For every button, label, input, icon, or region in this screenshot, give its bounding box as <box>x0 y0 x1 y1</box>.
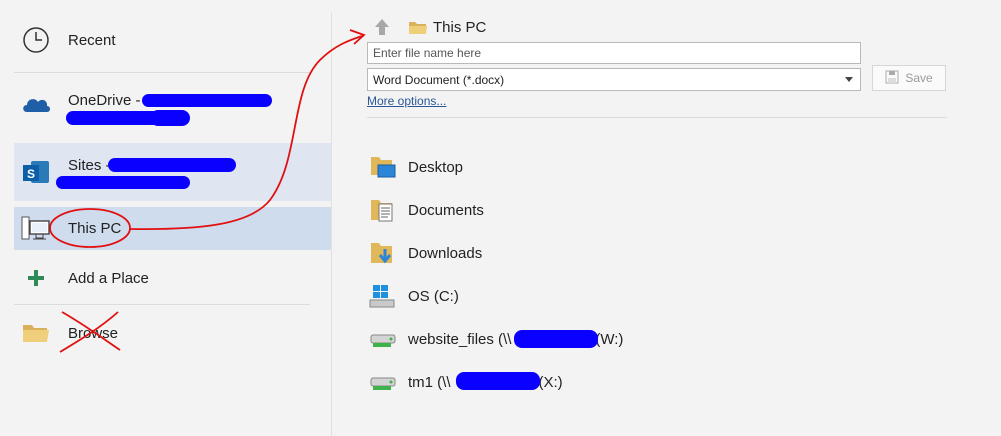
location-label: Documents <box>408 201 484 219</box>
location-label-prefix: tm1 (\\ <box>408 373 451 391</box>
breadcrumb[interactable]: This PC <box>433 19 486 36</box>
location-label: Desktop <box>408 158 464 176</box>
redaction <box>456 372 540 390</box>
redaction <box>56 176 190 189</box>
place-browse-label: Browse <box>68 324 119 342</box>
location-os-drive[interactable]: OS (C:) <box>368 279 768 313</box>
place-add-a-place[interactable]: Add a Place <box>14 260 331 296</box>
save-button[interactable]: Save <box>872 65 946 91</box>
place-browse[interactable]: Browse <box>14 315 331 351</box>
place-this-pc-label: This PC <box>68 220 122 237</box>
location-label-suffix: (X:) <box>538 373 563 391</box>
plus-icon <box>20 262 52 294</box>
location-tm1[interactable]: tm1 (\\ (X:) <box>368 365 768 399</box>
svg-text:S: S <box>27 167 35 181</box>
place-onedrive-label: OneDrive - <box>68 92 141 109</box>
sharepoint-icon: S <box>20 156 52 188</box>
chevron-down-icon <box>845 77 853 82</box>
up-arrow-icon[interactable] <box>373 17 391 37</box>
location-label: OS (C:) <box>408 287 459 305</box>
more-options-link[interactable]: More options... <box>367 94 446 108</box>
place-recent-label: Recent <box>68 31 116 49</box>
file-name-input[interactable] <box>367 42 861 64</box>
cloud-icon <box>20 88 52 120</box>
folder-icon <box>408 20 428 36</box>
place-sites-label: Sites - <box>68 157 111 174</box>
network-drive-icon <box>368 324 398 354</box>
places-pane: Recent OneDrive - S Sites - This PC Add … <box>0 0 331 436</box>
divider <box>14 72 310 73</box>
place-this-pc[interactable]: This PC <box>14 207 331 250</box>
save-icon <box>885 70 899 87</box>
file-type-value: Word Document (*.docx) <box>373 73 505 87</box>
redaction <box>108 158 236 172</box>
location-documents[interactable]: Documents <box>368 193 768 227</box>
downloads-folder-icon <box>368 238 398 268</box>
network-drive-icon <box>368 367 398 397</box>
pane-divider <box>331 12 332 436</box>
divider <box>367 117 947 118</box>
place-recent[interactable]: Recent <box>14 22 331 58</box>
location-downloads[interactable]: Downloads <box>368 236 768 270</box>
save-label: Save <box>905 71 933 85</box>
folder-icon <box>20 317 52 349</box>
redaction <box>150 110 190 126</box>
divider <box>14 304 310 305</box>
location-label: Downloads <box>408 244 483 262</box>
windows-drive-icon <box>368 281 398 311</box>
place-sites[interactable]: S Sites - <box>14 143 331 201</box>
location-desktop[interactable]: Desktop <box>368 150 768 184</box>
redaction <box>142 94 272 107</box>
location-label-suffix: (W:) <box>595 330 624 348</box>
clock-icon <box>20 24 52 56</box>
redaction <box>514 330 598 348</box>
computer-icon <box>20 213 52 245</box>
location-label-prefix: website_files (\\ <box>408 330 512 348</box>
file-type-select[interactable]: Word Document (*.docx) <box>367 68 861 91</box>
desktop-folder-icon <box>368 152 398 182</box>
annotation-arrowhead <box>349 29 366 45</box>
place-add-a-place-label: Add a Place <box>68 269 149 287</box>
documents-folder-icon <box>368 195 398 225</box>
